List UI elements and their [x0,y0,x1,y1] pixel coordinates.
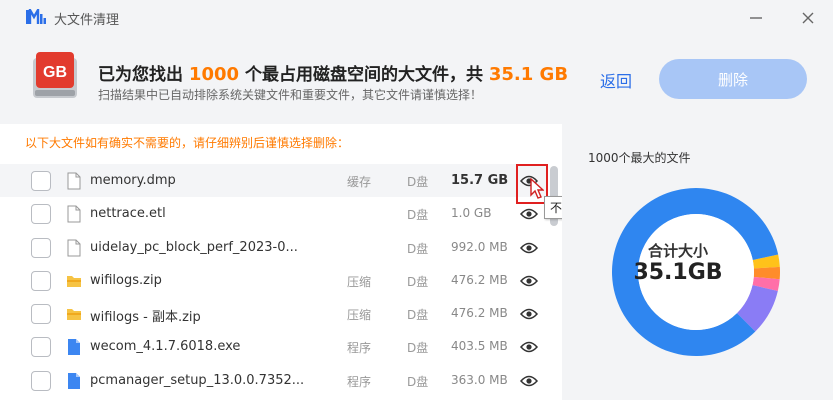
title-bar: 大文件清理 [0,0,833,36]
file-disk: D盘 [407,208,429,223]
eye-icon[interactable] [519,240,539,254]
file-size: 476.2 MB [451,272,508,287]
file-size: 476.2 MB [451,306,508,321]
document-icon [66,205,82,223]
file-list-pane: 以下大文件如有确实不需要的，请仔细辨别后谨慎选择删除： memory.dmp 缓… [0,124,562,400]
file-checkbox[interactable] [31,270,51,291]
page-subtitle: 扫描结果中已自动排除系统关键文件和重要文件，其它文件请谨慎选择！ [98,88,483,102]
back-button[interactable]: 返回 [600,68,632,92]
file-count: 1000 [188,64,240,85]
file-size: 363.0 MB [451,372,508,387]
header: GB 已为您找出 1000 个最占用磁盘空间的大文件，共 35.1 GB 扫描结… [0,36,833,124]
close-icon [802,12,814,24]
file-type-tag: 压缩 [347,274,372,289]
file-name: pcmanager_setup_13.0.0.7352... [90,372,305,388]
file-size: 1.0 GB [451,206,492,221]
file-name: wifilogs - 副本.zip [90,310,201,326]
program-icon [66,338,82,356]
file-checkbox[interactable] [31,304,51,325]
page-title: 已为您找出 1000 个最占用磁盘空间的大文件，共 35.1 GB [98,60,568,85]
file-row[interactable]: pcmanager_setup_13.0.0.7352... 程序 D盘 363… [0,364,548,397]
file-name: nettrace.etl [90,206,166,222]
file-row[interactable]: memory.dmp 缓存 D盘 15.7 GB [0,164,548,204]
total-size: 35.1 GB [488,64,569,85]
file-row[interactable]: uidelay_pc_block_perf_2023-0... D盘 992.0… [0,231,548,264]
file-checkbox[interactable] [31,370,51,391]
minimize-icon [750,17,762,19]
zip-folder-icon [66,272,82,290]
file-size: 992.0 MB [451,239,508,254]
eye-icon[interactable] [519,306,539,320]
file-row[interactable]: wifilogs - 副本.zip 压缩 D盘 476.2 MB [0,297,548,330]
program-icon [66,372,82,390]
document-icon [66,239,82,257]
eye-icon[interactable] [519,273,539,287]
disk-gb-icon: GB [33,52,77,98]
file-checkbox[interactable] [31,204,51,225]
close-button[interactable] [796,6,820,30]
minimize-button[interactable] [744,6,768,30]
document-icon [66,172,82,190]
file-name: wifilogs.zip [90,272,162,288]
file-row[interactable]: nettrace.etl D盘 1.0 GB [0,197,548,230]
file-type-tag: 程序 [347,341,372,356]
file-disk: D盘 [407,274,429,289]
eye-icon[interactable] [519,206,539,220]
file-name: wecom_4.1.7.6018.exe [90,339,241,355]
file-disk: D盘 [407,241,429,256]
title-prefix: 已为您找出 [98,65,183,85]
chart-pane: 1000个最大的文件 合计大小 35.1GB [562,124,833,400]
delete-button[interactable]: 删除 [659,59,807,99]
file-type-tag: 缓存 [347,175,372,189]
eye-icon[interactable] [519,373,539,387]
file-row[interactable]: wifilogs.zip 压缩 D盘 476.2 MB [0,264,548,297]
title-middle: 个最占用磁盘空间的大文件，共 [244,65,483,85]
file-name: uidelay_pc_block_perf_2023-0... [90,239,298,255]
file-disk: D盘 [407,175,429,189]
file-list: memory.dmp 缓存 D盘 15.7 GB nettrace.etl D盘… [0,164,548,397]
warning-text: 以下大文件如有确实不需要的，请仔细辨别后谨慎选择删除： [25,136,350,150]
hide-file-tooltip: 不再显示该文件 [544,196,562,219]
file-disk: D盘 [407,308,429,323]
file-checkbox[interactable] [31,171,51,191]
file-checkbox[interactable] [31,337,51,358]
gb-icon-text: GB [43,64,67,81]
window-title: 大文件清理 [54,13,120,28]
file-name: memory.dmp [90,173,176,188]
file-disk: D盘 [407,374,429,389]
donut-center-value: 35.1GB [633,260,723,285]
file-size: 15.7 GB [451,173,509,188]
eye-icon[interactable] [519,339,539,353]
file-row[interactable]: wecom_4.1.7.6018.exe 程序 D盘 403.5 MB [0,330,548,363]
file-disk: D盘 [407,341,429,356]
app-logo-icon [26,9,46,24]
file-type-tag: 压缩 [347,308,372,323]
file-checkbox[interactable] [31,237,51,258]
file-size: 403.5 MB [451,339,508,354]
file-type-tag: 程序 [347,374,372,389]
zip-folder-icon [66,305,82,323]
donut-center-label: 合计大小 [647,242,708,260]
